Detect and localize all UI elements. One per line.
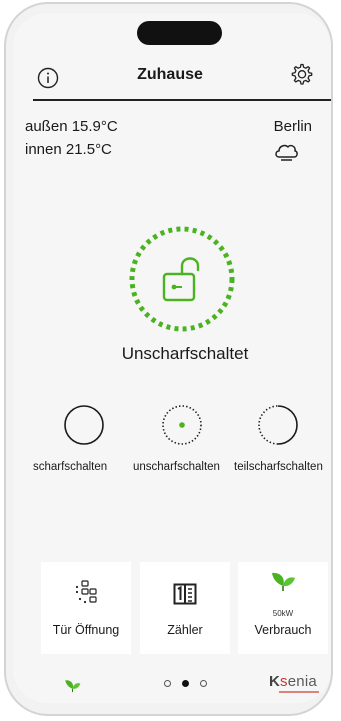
city-name: Berlin xyxy=(273,118,312,135)
page-dot[interactable] xyxy=(164,680,171,687)
page-dot[interactable] xyxy=(200,680,207,687)
tile-label: Verbrauch xyxy=(254,623,312,637)
outside-temperature: außen 15.9°C xyxy=(25,118,118,135)
arm-label: scharfschalten xyxy=(33,461,108,473)
page-dot-active[interactable] xyxy=(182,680,189,687)
disarm-label: unscharfschalten xyxy=(133,461,220,473)
dynamic-island xyxy=(137,21,222,45)
tile-door-opening[interactable]: Tür Öffnung xyxy=(41,562,131,654)
sensor-grid-icon xyxy=(75,580,97,604)
brand-underline xyxy=(279,691,319,693)
arm-button[interactable] xyxy=(63,404,105,446)
unlocked-padlock-icon xyxy=(162,257,200,302)
meter-icon xyxy=(173,583,197,605)
system-status-button[interactable] xyxy=(128,225,236,333)
gear-icon xyxy=(291,63,313,85)
info-icon xyxy=(37,67,59,89)
tile-label: Tür Öffnung xyxy=(52,623,120,637)
settings-button[interactable] xyxy=(288,62,314,88)
inside-temperature: innen 21.5°C xyxy=(25,141,112,158)
leaf-icon xyxy=(272,572,295,591)
disarm-button[interactable] xyxy=(161,404,203,446)
header-divider xyxy=(33,99,331,101)
system-status-label: Unscharfschaltet xyxy=(121,344,249,363)
cloud-icon xyxy=(275,144,298,161)
tile-counter[interactable]: Zähler xyxy=(140,562,230,654)
brand-logo: Ksenia xyxy=(269,673,317,690)
consumption-value: 50kW xyxy=(272,609,294,618)
partial-arm-label: teilscharfschalten xyxy=(234,461,323,473)
leaf-icon[interactable] xyxy=(64,678,81,693)
partial-arm-button[interactable] xyxy=(257,404,299,446)
active-mode-indicator xyxy=(179,422,185,428)
page-title: Zuhause xyxy=(137,66,203,83)
page-indicator[interactable] xyxy=(164,680,207,687)
tile-label: Zähler xyxy=(167,623,203,637)
tile-consumption[interactable]: 50kW Verbrauch xyxy=(238,562,328,654)
info-button[interactable] xyxy=(35,65,61,91)
